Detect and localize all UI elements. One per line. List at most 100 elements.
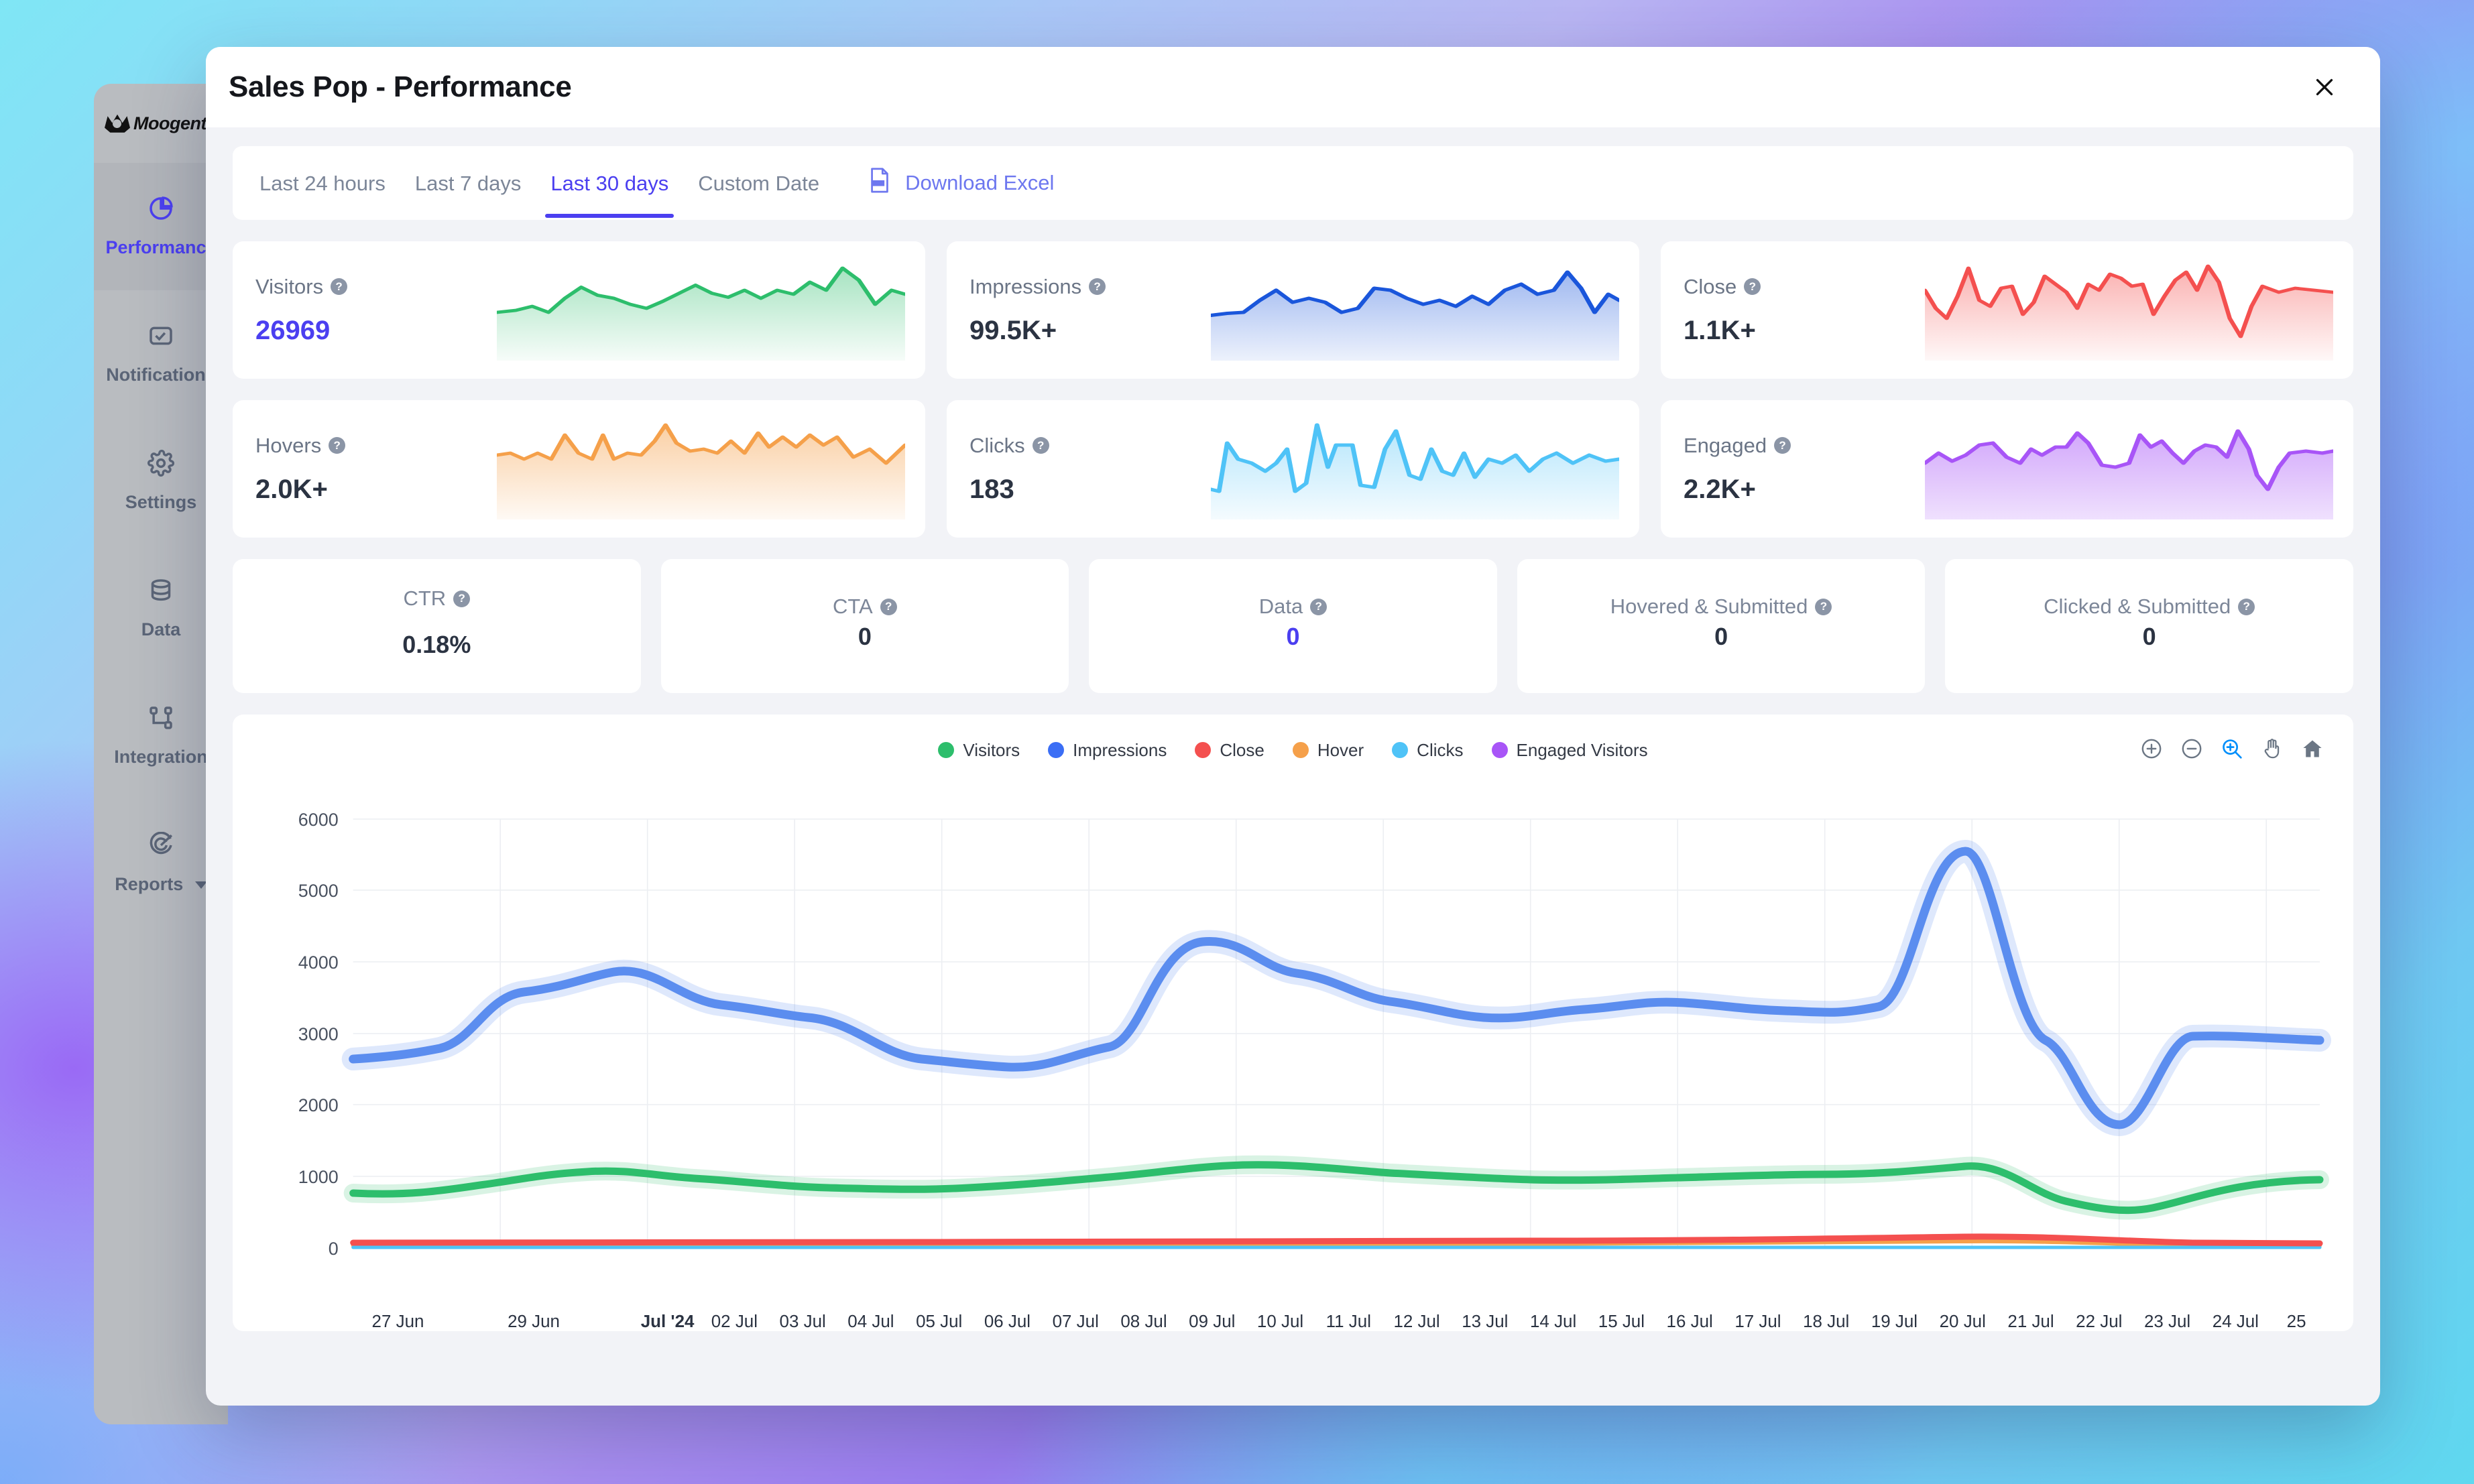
metric-text: Visitors ? 26969	[255, 275, 497, 346]
page-title: Sales Pop - Performance	[229, 70, 572, 103]
help-icon[interactable]: ?	[1744, 278, 1761, 295]
metric-label: Engaged ?	[1684, 434, 1925, 458]
metric-label-text: Impressions	[969, 274, 1082, 298]
stat-label: CTR ?	[403, 586, 471, 611]
svg-text:24 Jul: 24 Jul	[2213, 1311, 2259, 1331]
stat-card-cta[interactable]: CTA ? 0	[660, 559, 1069, 693]
metric-card-visitors[interactable]: Visitors ? 26969	[233, 241, 925, 379]
metric-card-engaged[interactable]: Engaged ? 2.2K+	[1661, 400, 2353, 538]
close-icon[interactable]	[2306, 69, 2343, 105]
metric-card-hovers[interactable]: Hovers ? 2.0K+	[233, 400, 925, 538]
help-icon[interactable]: ?	[329, 437, 346, 454]
stat-cards-grid: CTR ? 0.18% CTA ? 0 Data ? 0 Hovered & S…	[233, 559, 2353, 693]
legend-item-close[interactable]: Close	[1195, 740, 1264, 761]
metric-card-impressions[interactable]: Impressions ? 99.5K+	[947, 241, 1639, 379]
sidebar-item-label: Data	[141, 619, 181, 639]
svg-text:05 Jul: 05 Jul	[916, 1311, 962, 1331]
help-icon[interactable]: ?	[1774, 437, 1791, 454]
legend-label: Close	[1220, 739, 1264, 760]
zoom-in-icon[interactable]	[2137, 735, 2166, 763]
legend-item-impressions[interactable]: Impressions	[1048, 740, 1167, 761]
legend-item-hover[interactable]: Hover	[1292, 739, 1364, 761]
metric-text: Impressions ? 99.5K+	[969, 275, 1211, 346]
legend-item-clicks[interactable]: Clicks	[1392, 740, 1464, 761]
download-excel-button[interactable]: Download Excel	[868, 167, 1054, 199]
tab-last-7-days[interactable]: Last 7 days	[400, 151, 536, 214]
svg-text:21 Jul: 21 Jul	[2007, 1311, 2054, 1331]
svg-text:02 Jul: 02 Jul	[711, 1311, 758, 1331]
svg-text:5000: 5000	[298, 881, 339, 901]
moogento-mark-icon	[105, 114, 131, 133]
legend-label: Hover	[1317, 739, 1364, 760]
metric-value: 99.5K+	[969, 315, 1057, 345]
svg-text:Jul '24: Jul '24	[641, 1311, 695, 1331]
metric-value: 26969	[255, 315, 331, 345]
svg-text:1000: 1000	[298, 1167, 339, 1187]
stat-label: Data ?	[1259, 595, 1328, 619]
sidebar-item-label: Notifications	[106, 365, 216, 385]
stat-label-text: CTR	[403, 586, 447, 610]
stat-card-hovered-submitted[interactable]: Hovered & Submitted ? 0	[1517, 559, 1926, 693]
stat-card-clicked-submitted[interactable]: Clicked & Submitted ? 0	[1945, 559, 2353, 693]
file-document-icon	[868, 167, 892, 199]
metric-card-close[interactable]: Close ? 1.1K+	[1661, 241, 2353, 379]
tab-custom-date[interactable]: Custom Date	[683, 151, 834, 214]
help-icon[interactable]: ?	[331, 278, 348, 295]
sparkline-impressions	[1211, 260, 1619, 361]
line-chart-plot[interactable]: 6000 5000 4000 3000 2000 1000 0 27 Jun 2…	[253, 779, 2333, 1331]
legend-label: Impressions	[1073, 739, 1167, 760]
svg-text:2000: 2000	[298, 1095, 339, 1115]
svg-text:23 Jul: 23 Jul	[2144, 1311, 2190, 1331]
stat-value: 0	[1714, 623, 1728, 650]
selection-zoom-icon[interactable]	[2218, 735, 2246, 763]
target-icon	[148, 831, 174, 863]
download-excel-label: Download Excel	[905, 171, 1055, 194]
legend-dot-icon	[1292, 742, 1309, 758]
stat-card-ctr[interactable]: CTR ? 0.18%	[233, 559, 641, 693]
metric-label: Impressions ?	[969, 275, 1211, 299]
stat-label: Clicked & Submitted ?	[2044, 595, 2255, 619]
svg-text:08 Jul: 08 Jul	[1120, 1311, 1167, 1331]
stat-value: 0	[858, 623, 872, 650]
metric-card-clicks[interactable]: Clicks ? 183	[947, 400, 1639, 538]
pie-chart-icon	[148, 195, 174, 227]
help-icon[interactable]: ?	[880, 598, 897, 615]
stat-card-data[interactable]: Data ? 0	[1089, 559, 1497, 693]
svg-text:20 Jul: 20 Jul	[1940, 1311, 1986, 1331]
metric-text: Close ? 1.1K+	[1684, 275, 1925, 346]
svg-text:22 Jul: 22 Jul	[2076, 1311, 2122, 1331]
metric-label: Clicks ?	[969, 434, 1211, 458]
reset-zoom-icon[interactable]	[2298, 735, 2326, 763]
stat-label-text: Hovered & Submitted	[1610, 595, 1808, 618]
help-icon[interactable]: ?	[453, 590, 471, 607]
help-icon[interactable]: ?	[1815, 598, 1832, 615]
legend-item-visitors[interactable]: Visitors	[938, 740, 1020, 761]
zoom-out-icon[interactable]	[2178, 735, 2206, 763]
stat-value: 0	[1286, 623, 1300, 650]
svg-text:0: 0	[329, 1239, 339, 1259]
svg-text:14 Jul: 14 Jul	[1530, 1311, 1576, 1331]
panning-icon[interactable]	[2258, 735, 2286, 763]
legend-dot-icon	[1392, 742, 1409, 758]
metric-label-text: Clicks	[969, 433, 1025, 457]
legend-item-engaged-visitors[interactable]: Engaged Visitors	[1491, 740, 1648, 761]
stat-value: 0	[2142, 623, 2156, 650]
help-icon[interactable]: ?	[2238, 598, 2255, 615]
performance-modal: Sales Pop - Performance Last 24 hours La…	[206, 47, 2380, 1406]
help-icon[interactable]: ?	[1089, 278, 1106, 295]
svg-text:4000: 4000	[298, 952, 339, 973]
database-icon	[148, 577, 174, 609]
svg-text:06 Jul: 06 Jul	[984, 1311, 1030, 1331]
svg-text:11 Jul: 11 Jul	[1326, 1311, 1371, 1331]
chart-header: Visitors Impressions Close Hover Clicks …	[253, 732, 2333, 768]
help-icon[interactable]: ?	[1032, 437, 1049, 454]
sidebar-item-label: Reports	[115, 874, 184, 894]
svg-text:16 Jul: 16 Jul	[1667, 1311, 1713, 1331]
help-icon[interactable]: ?	[1310, 598, 1328, 615]
svg-text:03 Jul: 03 Jul	[780, 1311, 826, 1331]
metric-text: Engaged ? 2.2K+	[1684, 434, 1925, 505]
metric-label-text: Hovers	[255, 433, 322, 457]
tab-last-30-days[interactable]: Last 30 days	[536, 151, 683, 218]
svg-text:25: 25	[2287, 1311, 2306, 1331]
tab-last-24-hours[interactable]: Last 24 hours	[245, 151, 400, 214]
